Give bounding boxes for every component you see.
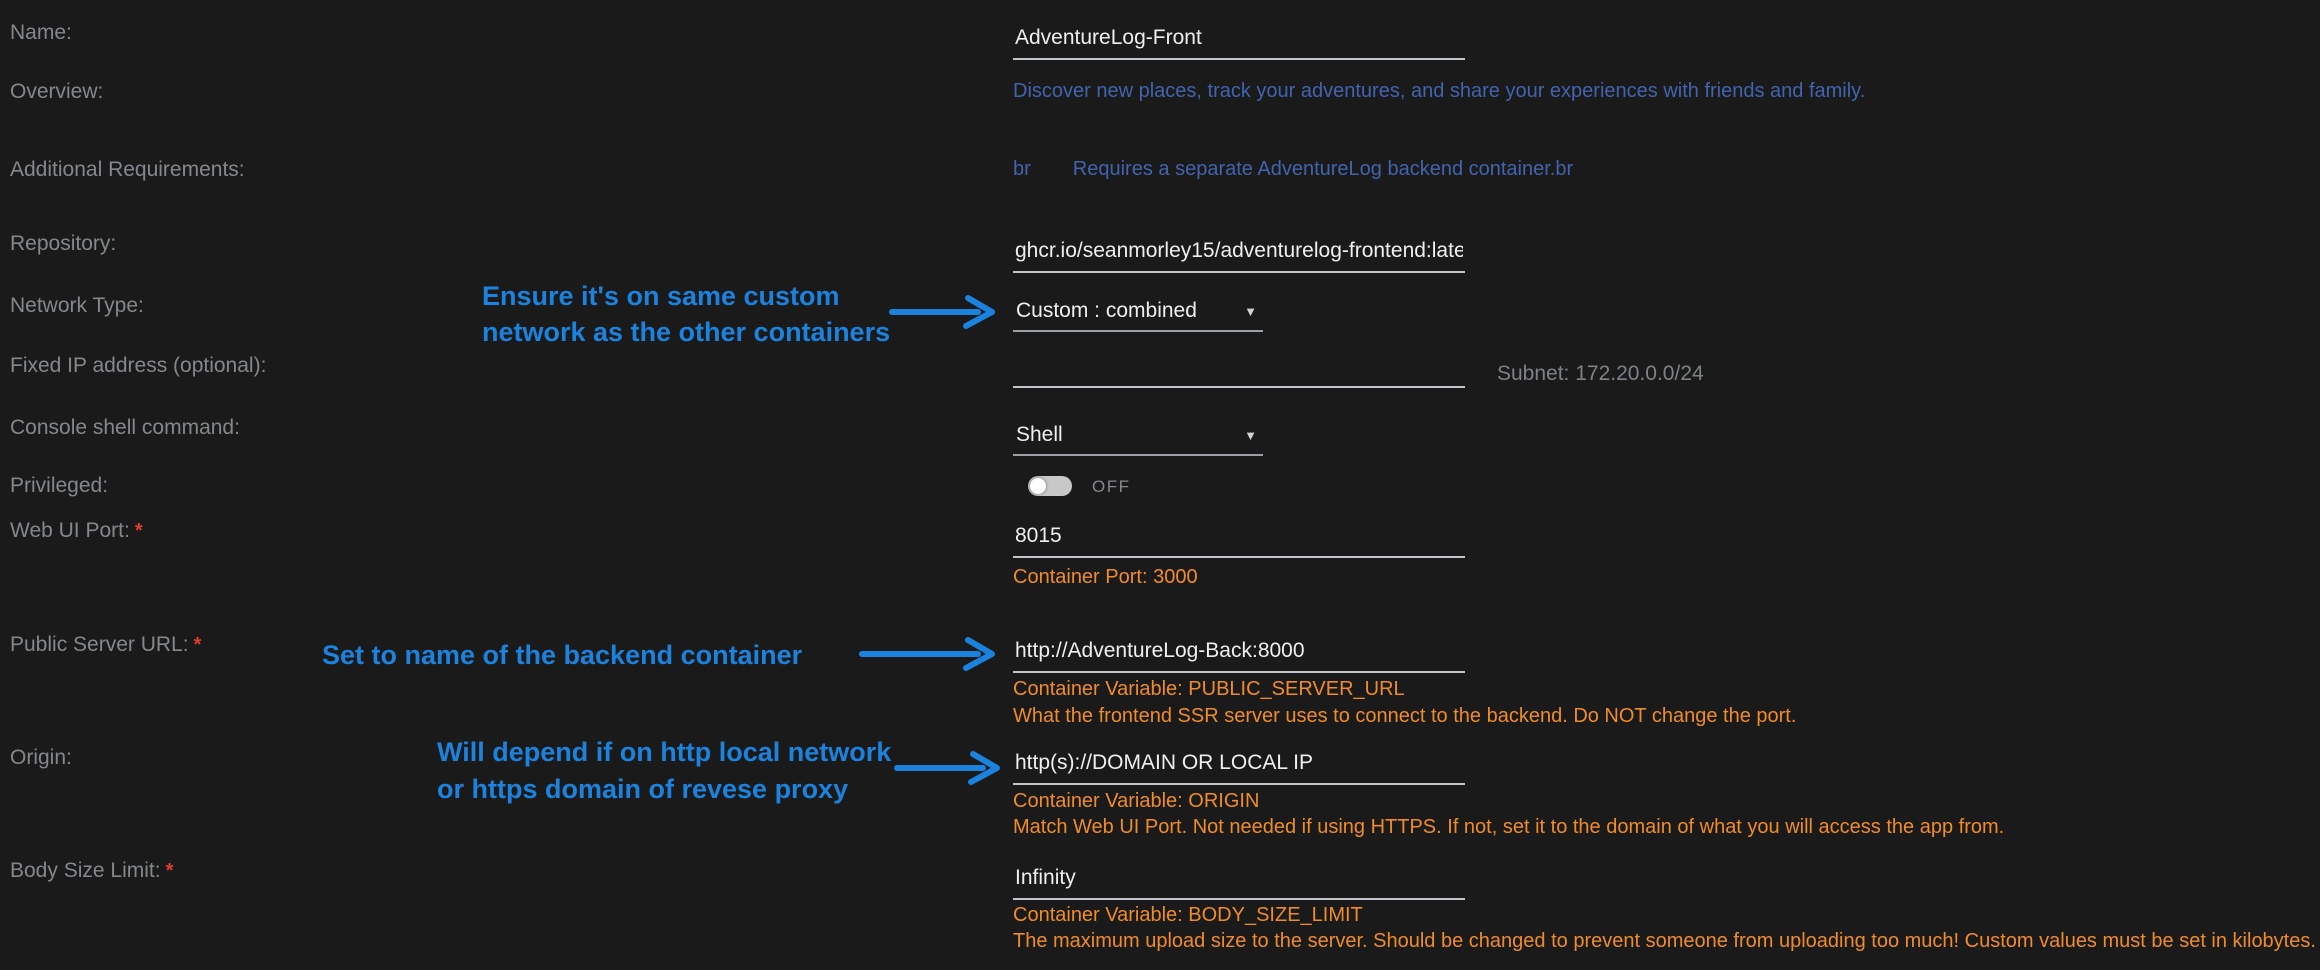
body-size-limit-variable: Container Variable: BODY_SIZE_LIMIT: [1013, 903, 1363, 928]
privileged-toggle-state: OFF: [1092, 478, 1131, 496]
annotation-arrow: [858, 636, 1003, 672]
annotation-public-server-url: Set to name of the backend container: [322, 637, 802, 673]
field-label-fixed-ip: Fixed IP address (optional):: [10, 353, 266, 379]
webui-port-help: Container Port: 3000: [1013, 565, 1198, 590]
required-asterisk: *: [135, 520, 143, 542]
name-input[interactable]: [1013, 24, 1465, 60]
origin-variable: Container Variable: ORIGIN: [1013, 789, 1259, 814]
required-asterisk: *: [194, 634, 202, 656]
field-label-repository: Repository:: [10, 231, 116, 257]
chevron-down-icon: ▼: [1244, 305, 1257, 318]
annotation-origin: Will depend if on http local network or …: [437, 734, 891, 808]
chevron-down-icon: ▼: [1244, 429, 1257, 442]
origin-description: Match Web UI Port. Not needed if using H…: [1013, 815, 2004, 840]
console-shell-select[interactable]: Shell ▼: [1013, 420, 1263, 456]
subnet-note: Subnet: 172.20.0.0/24: [1497, 361, 1704, 386]
webui-port-input[interactable]: [1013, 522, 1465, 558]
additional-requirements-text: br Requires a separate AdventureLog backe…: [1013, 157, 1573, 182]
field-label-additional-requirements: Additional Requirements:: [10, 157, 245, 183]
field-label-console-shell: Console shell command:: [10, 415, 240, 441]
public-server-url-description: What the frontend SSR server uses to con…: [1013, 704, 1796, 729]
container-template-form: Name: Overview: Additional Requirements:…: [0, 0, 2320, 970]
repository-input[interactable]: [1013, 237, 1465, 273]
field-label-privileged: Privileged:: [10, 473, 108, 499]
network-type-select[interactable]: Custom : combined ▼: [1013, 296, 1263, 332]
field-label-public-server-url: Public Server URL:*: [10, 632, 201, 658]
public-server-url-input[interactable]: [1013, 637, 1465, 673]
field-label-network-type: Network Type:: [10, 293, 144, 319]
body-size-limit-description: The maximum upload size to the server. S…: [1013, 929, 2316, 954]
network-type-selected-value: Custom : combined: [1016, 299, 1197, 323]
overview-text: Discover new places, track your adventur…: [1013, 79, 1865, 104]
additional-requirements-body: Requires a separate AdventureLog backend…: [1073, 158, 1573, 180]
annotation-network-type: Ensure it's on same custom network as th…: [482, 278, 890, 350]
privileged-toggle[interactable]: [1028, 476, 1072, 496]
field-label-body-size-limit: Body Size Limit:*: [10, 858, 173, 884]
body-size-limit-input[interactable]: [1013, 864, 1465, 900]
required-asterisk: *: [166, 860, 174, 882]
origin-input[interactable]: [1013, 749, 1465, 785]
field-label-overview: Overview:: [10, 79, 103, 105]
console-shell-selected-value: Shell: [1016, 423, 1063, 447]
additional-requirements-prefix: br: [1013, 158, 1031, 180]
field-label-name: Name:: [10, 20, 72, 46]
field-label-webui-port: Web UI Port:*: [10, 518, 143, 544]
public-server-url-variable: Container Variable: PUBLIC_SERVER_URL: [1013, 677, 1405, 702]
toggle-knob: [1030, 478, 1046, 494]
fixed-ip-input[interactable]: [1013, 352, 1465, 388]
annotation-arrow: [888, 294, 1004, 330]
annotation-arrow: [893, 750, 1009, 786]
field-label-origin: Origin:: [10, 745, 72, 771]
